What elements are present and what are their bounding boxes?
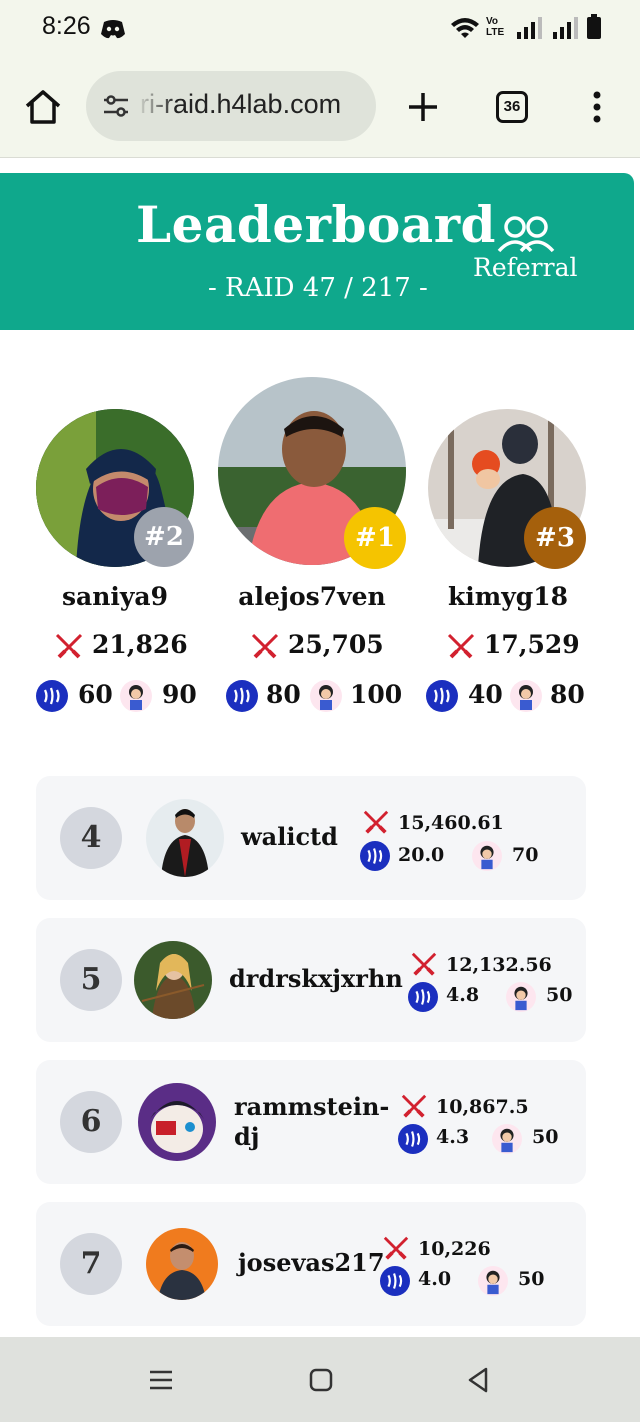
volte-label: Vo LTE <box>486 16 505 38</box>
home-icon[interactable] <box>22 86 64 128</box>
raid-score: 21,826 <box>92 630 188 659</box>
battery-icon <box>587 14 601 39</box>
steem-icon <box>398 1124 428 1154</box>
steem-value: 40 <box>468 680 503 709</box>
raid-score: 17,529 <box>484 630 580 659</box>
steem-icon <box>426 680 458 712</box>
steem-value: 4.8 <box>446 984 480 1006</box>
sword-icon <box>411 952 437 976</box>
bonus-icon <box>492 1124 522 1154</box>
bonus-icon <box>510 680 542 712</box>
browser-toolbar: ri-raid.h4lab.com 36 <box>0 56 640 158</box>
system-nav-bar <box>0 1337 640 1422</box>
raid-score: 12,132.56 <box>446 954 552 976</box>
url-bar[interactable]: ri-raid.h4lab.com <box>86 71 376 141</box>
referral-link[interactable]: Referral <box>473 253 577 282</box>
sword-icon <box>383 1236 409 1260</box>
bonus-icon <box>478 1266 508 1296</box>
bonus-value: 90 <box>162 680 197 709</box>
new-tab-icon[interactable] <box>402 86 444 128</box>
rank-badge: #3 <box>524 507 586 569</box>
leaderboard-row[interactable]: 6 rammstein-dj 10,867.5 4.3 50 <box>36 1060 586 1184</box>
rank-number: 6 <box>60 1091 122 1153</box>
rank-badge: #2 <box>134 507 194 567</box>
bonus-value: 70 <box>512 844 539 866</box>
signal-2-icon <box>553 17 578 39</box>
tab-switcher-button[interactable]: 36 <box>496 91 528 123</box>
bonus-icon <box>506 982 536 1012</box>
sword-icon <box>363 810 389 834</box>
raid-subtitle: - RAID 47 / 217 - <box>208 273 428 303</box>
bonus-value: 80 <box>550 680 585 709</box>
steem-value: 4.0 <box>418 1268 452 1290</box>
leaderboard-row[interactable]: 7 josevas217 10,226 4.0 50 <box>36 1202 586 1326</box>
bonus-value: 50 <box>546 984 573 1006</box>
wifi-icon <box>451 18 479 38</box>
username[interactable]: saniya9 <box>26 582 204 611</box>
bonus-icon <box>310 680 342 712</box>
url-fade <box>136 71 176 141</box>
referral-icon[interactable] <box>496 215 556 255</box>
page-title: Leaderboard <box>136 195 496 254</box>
avatar <box>134 941 212 1019</box>
username[interactable]: josevas217 <box>238 1248 385 1278</box>
username[interactable]: walictd <box>241 822 338 852</box>
avatar <box>138 1083 216 1161</box>
leaderboard-row[interactable]: 4 walictd 15,460.61 20.0 70 <box>36 776 586 900</box>
site-settings-icon[interactable] <box>102 93 130 119</box>
steem-icon <box>36 680 68 712</box>
raid-score: 15,460.61 <box>398 812 504 834</box>
username[interactable]: kimyg18 <box>420 582 596 611</box>
steem-value: 20.0 <box>398 844 445 866</box>
sword-icon <box>447 633 475 659</box>
back-icon[interactable] <box>464 1365 494 1395</box>
sword-icon <box>55 633 83 659</box>
raid-score: 10,867.5 <box>436 1096 529 1118</box>
bonus-value: 50 <box>532 1126 559 1148</box>
steem-value: 60 <box>78 680 113 709</box>
bonus-icon <box>120 680 152 712</box>
raid-score: 25,705 <box>288 630 384 659</box>
recents-icon[interactable] <box>146 1365 176 1395</box>
rank-number: 4 <box>60 807 122 869</box>
steem-value: 80 <box>266 680 301 709</box>
steem-icon <box>226 680 258 712</box>
bonus-value: 50 <box>518 1268 545 1290</box>
steem-icon <box>408 982 438 1012</box>
bonus-icon <box>472 841 502 871</box>
sword-icon <box>251 633 279 659</box>
username[interactable]: rammstein-dj <box>234 1092 394 1152</box>
raid-score: 10,226 <box>418 1238 491 1260</box>
signal-icon <box>517 17 542 39</box>
username[interactable]: alejos7ven <box>212 582 412 611</box>
status-time: 8:26 <box>42 12 91 40</box>
leaderboard-header: Leaderboard - RAID 47 / 217 - Referral <box>0 173 634 330</box>
avatar <box>146 799 224 877</box>
rank-number: 5 <box>60 949 122 1011</box>
rank-number: 7 <box>60 1233 122 1295</box>
username[interactable]: drdrskxjxrhn <box>229 964 403 994</box>
steem-icon <box>380 1266 410 1296</box>
leaderboard-row[interactable]: 5 drdrskxjxrhn 12,132.56 4.8 50 <box>36 918 586 1042</box>
bonus-value: 100 <box>350 680 403 709</box>
home-nav-icon[interactable] <box>306 1365 336 1395</box>
steem-value: 4.3 <box>436 1126 470 1148</box>
sword-icon <box>401 1094 427 1118</box>
more-menu-icon[interactable] <box>582 86 612 128</box>
rank-badge: #1 <box>344 507 406 569</box>
steem-icon <box>360 841 390 871</box>
discord-icon <box>101 20 125 39</box>
status-bar: 8:26 Vo LTE <box>0 0 640 56</box>
avatar <box>146 1228 218 1300</box>
